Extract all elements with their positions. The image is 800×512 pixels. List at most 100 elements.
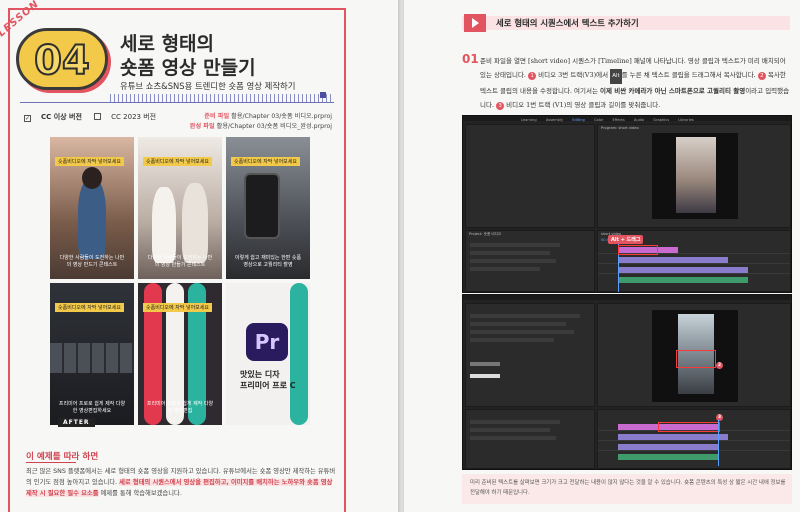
ruler-marker (320, 92, 326, 98)
version-cc: ✓ CC 이상 버전 (24, 113, 82, 122)
preview-thumbnail-5: 숏폼비디오에 자막 넣어보세요 프리미어 프로로 쉽게 제작 다양한 영상편집 (138, 283, 222, 425)
after-label: AFTER (58, 418, 95, 427)
highlight-box (618, 245, 658, 255)
page-title: 세로 형태의 숏폼 영상 만들기 (120, 32, 256, 80)
tab-effects[interactable]: Effects (612, 118, 624, 122)
decorative-ruler (110, 94, 334, 102)
preview-thumbnail-6: Pr 맛있는 디자 프리미어 프로 C (226, 283, 310, 425)
thumb-description: 다양한 사람들이 도전하는 나만의 영상 만들기 콘테스트 (147, 255, 213, 268)
preview-thumbnail-4: 숏폼비디오에 자막 넣어보세요 프리미어 프로로 쉽게 제작 다양한 영상편집하… (50, 283, 134, 425)
control-row (470, 322, 566, 326)
thumb-caption: 숏폼비디오에 자막 넣어보세요 (55, 303, 124, 312)
left-page: LESSON 04 세로 형태의 숏폼 영상 만들기 유튜브 쇼츠&SNS용 트… (0, 0, 398, 512)
audio-clip-a1[interactable] (618, 277, 748, 283)
control-row (470, 314, 580, 318)
text-clip-original[interactable] (618, 424, 658, 430)
version-row: ✓ CC 이상 버전 CC 2023 버전 (24, 112, 176, 122)
monitor-screen: 2 (652, 310, 738, 402)
premiere-screenshot-2: 2 3 (462, 294, 792, 470)
monitor-screen (652, 133, 738, 219)
tip-text: 미리 준비된 텍스트를 살펴보면 크기가 크고 전달하는 내용이 많지 않다는 … (470, 480, 786, 496)
thumb-caption: 숏폼비디오에 자막 넣어보세요 (55, 157, 124, 166)
thumb-description: 이렇게 쉽고 재미있는 한편 숏폼 영상으로 고퀄리티 촬영 (234, 255, 302, 268)
intro-paragraph: 최근 많은 SNS 플랫폼에서는 세로 형태의 숏폼 영상을 지원하고 있습니다… (26, 468, 336, 497)
section-underline (26, 462, 76, 463)
project-item (470, 420, 560, 424)
control-row (470, 338, 554, 342)
audio-clip-a1[interactable] (618, 454, 718, 460)
lesson-number-badge: 04 (16, 28, 108, 90)
title-line-1: 세로 형태의 (120, 33, 215, 55)
dancer-figure (78, 179, 106, 259)
copy-highlight-box (658, 422, 720, 432)
project-item (470, 259, 556, 263)
project-item (470, 267, 540, 271)
color-swatch (470, 362, 500, 366)
step-badge-3: 3 (496, 102, 505, 111)
person-figure (152, 187, 176, 263)
video-clip-v1[interactable] (618, 444, 718, 450)
title-line-2: 숏폼 영상 만들기 (120, 57, 256, 79)
empty-box-icon (94, 113, 102, 120)
thumb-description: 프리미어 프로로 쉽게 제작 다양한 영상편집 (146, 401, 214, 414)
done-file-label: 완성 파일 (189, 123, 215, 130)
timeline-panel: short video 00;00;00;00 Alt + 드래그 (597, 230, 791, 292)
track-divider (598, 440, 790, 441)
preview-thumbnail-2: 숏폼비디오에 자막 넣어보세요 다양한 사람들이 도전하는 나만의 영상 만들기… (138, 137, 222, 279)
version-2023: CC 2023 버전 (94, 113, 166, 121)
file-info: 준비 파일 활용/Chapter 03/숏폼 비디오.prproj 완성 파일 … (180, 112, 332, 132)
tab-editing[interactable]: Editing (572, 118, 585, 122)
tab-libraries[interactable]: Libraries (678, 118, 694, 122)
tab-assembly[interactable]: Assembly (546, 118, 563, 122)
done-file-path: 활용/Chapter 03/숏폼 비디오_완성.prproj (216, 123, 332, 130)
project-panel-title: Project: 숏폼 비디오 (469, 232, 502, 236)
effect-controls-panel (465, 303, 595, 407)
video-clip-v2[interactable] (618, 257, 728, 263)
program-monitor-2: 2 (597, 303, 791, 407)
playhead[interactable] (718, 420, 719, 466)
timeline-panel-2: 3 (597, 409, 791, 469)
tab-audio[interactable]: Audio (634, 118, 644, 122)
play-icon (464, 14, 486, 32)
thumb-overlay-text: 맛있는 디자 프리미어 프로 C (240, 370, 296, 390)
section-heading: 세로 형태의 시퀀스에서 텍스트 추가하기 (496, 18, 639, 28)
person-figure (182, 183, 208, 263)
alt-key: Alt (610, 69, 622, 84)
preview-thumbnail-1: 숏폼비디오에 자막 넣어보세요 다양한 사람들이 도전하는 나만의 영상 만드기… (50, 137, 134, 279)
source-panel (465, 124, 595, 228)
checked-box-icon: ✓ (24, 115, 31, 122)
tab-learning[interactable]: Learning (521, 118, 537, 122)
thumb-caption: 숏폼비디오에 자막 넣어보세요 (143, 303, 212, 312)
program-panel-title: Program: short video (601, 126, 639, 130)
tab-color[interactable]: Color (594, 118, 603, 122)
control-row (470, 330, 574, 334)
prep-file-path: 활용/Chapter 03/숏폼 비디오.prproj (231, 113, 332, 120)
project-item (470, 428, 550, 432)
color-swatch (470, 374, 500, 378)
step-badge-2: 2 (757, 72, 766, 81)
emphasized-text: 이제 비싼 카메라가 아닌 스마트폰으로 고퀄리티 촬영 (600, 86, 746, 95)
ruler-line (20, 102, 334, 103)
video-clip-v1[interactable] (618, 267, 748, 273)
thumb-caption: 숏폼비디오에 자막 넣어보세요 (231, 157, 300, 166)
step-marker-2: 2 (716, 362, 723, 369)
program-monitor: Program: short video (597, 124, 791, 228)
menu-bar (463, 295, 791, 300)
track-divider (598, 263, 790, 264)
lesson-number: 04 (33, 37, 91, 85)
smartphone-image (244, 173, 280, 239)
step-instructions: 준비 파일을 열면 [short video] 시퀀스가 [Timeline] … (480, 57, 790, 111)
premiere-pro-logo: Pr (246, 323, 288, 361)
page-subtitle: 유튜브 쇼츠&SNS용 트렌디한 숏폼 영상 제작하기 (120, 81, 296, 91)
tab-graphics[interactable]: Graphics (653, 118, 669, 122)
stripe-shape (290, 283, 308, 425)
right-page: 세로 형태의 시퀀스에서 텍스트 추가하기 01 준비 파일을 열면 [shor… (404, 0, 800, 512)
alt-drag-callout: Alt + 드래그 (608, 235, 644, 244)
video-clip-v2[interactable] (618, 434, 728, 440)
dancer-head (82, 167, 102, 189)
track-divider (598, 450, 790, 451)
thumb-description: 프리미어 프로로 쉽게 제작 다양한 영상편집하세요 (58, 401, 126, 414)
step-number: 01 (462, 52, 479, 66)
thumb-description: 다양한 사람들이 도전하는 나만의 영상 만드기 콘테스트 (59, 255, 125, 268)
project-panel-2 (465, 409, 595, 469)
